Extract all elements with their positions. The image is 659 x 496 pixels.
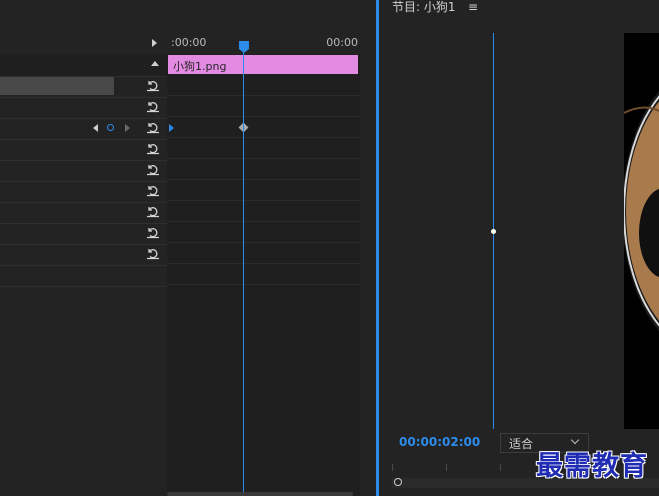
program-monitor-panel: 节目: 小狗1 ≡ 00:00:02:00 适合 [379, 0, 659, 496]
property-row-scale [0, 97, 167, 119]
property-row [0, 223, 167, 245]
timeline-row-divider [167, 242, 360, 243]
anchor-point-handle[interactable] [491, 229, 496, 234]
playhead-tip [239, 49, 249, 53]
effect-timeline[interactable]: :00:00 00:00 小狗1.png [167, 34, 360, 496]
timeline-row-divider [167, 179, 360, 180]
video-preview[interactable] [624, 33, 659, 429]
property-row [0, 202, 167, 224]
timeline-end-time: 00:00 [326, 36, 358, 49]
property-row [0, 160, 167, 182]
timeline-row-divider [167, 116, 360, 117]
clip-name: 小狗1.png [173, 60, 227, 73]
ruler-tick [446, 464, 447, 471]
property-row [0, 139, 167, 161]
effect-group-row[interactable] [0, 34, 167, 56]
reset-icon[interactable] [146, 99, 160, 113]
timeline-ruler[interactable]: :00:00 00:00 [167, 34, 360, 54]
reset-icon[interactable] [146, 120, 160, 134]
keyframe-prev-icon[interactable] [93, 124, 98, 132]
timeline-row-divider [167, 263, 360, 264]
reset-icon[interactable] [146, 225, 160, 239]
reset-icon[interactable] [146, 246, 160, 260]
playhead-line[interactable] [243, 42, 244, 496]
reset-icon[interactable] [146, 204, 160, 218]
reset-icon[interactable] [146, 141, 160, 155]
scrub-handle[interactable] [394, 478, 402, 486]
program-timecode[interactable]: 00:00:02:00 [399, 435, 480, 449]
timeline-row-divider [167, 221, 360, 222]
keyframe-next-icon[interactable] [125, 124, 130, 132]
chevron-down-icon [570, 435, 580, 445]
menu-icon[interactable]: ≡ [468, 0, 478, 14]
dog-image [624, 90, 659, 332]
playhead-icon[interactable] [239, 41, 249, 49]
property-row [0, 181, 167, 203]
reset-icon[interactable] [146, 183, 160, 197]
motion-effect-header[interactable] [0, 55, 167, 77]
timeline-row-divider [167, 137, 360, 138]
program-monitor-title[interactable]: 节目: 小狗1 [392, 0, 456, 15]
property-row [0, 265, 167, 287]
zoom-fit-label: 适合 [509, 437, 534, 451]
property-row-keyframed [0, 118, 167, 140]
keyframe-add-icon[interactable] [107, 124, 114, 131]
collapse-arrow-icon[interactable] [151, 61, 159, 66]
watermark: 最需教育 [536, 451, 648, 482]
expand-arrow-icon[interactable] [152, 39, 157, 47]
property-row [0, 244, 167, 266]
timeline-scrollbar[interactable] [167, 492, 353, 496]
reset-icon[interactable] [146, 78, 160, 92]
ruler-tick [500, 464, 501, 471]
reset-icon[interactable] [146, 162, 160, 176]
timeline-row-divider [167, 95, 360, 96]
effect-controls-panel: :00:00 00:00 小狗1.png [0, 0, 370, 496]
effect-properties-list [0, 34, 167, 496]
property-row-position [0, 76, 167, 98]
timeline-row-divider [167, 158, 360, 159]
timeline-row-divider [167, 200, 360, 201]
ruler-tick [392, 464, 393, 471]
keyframe-offscreen-indicator-icon [169, 124, 174, 132]
timeline-row-divider [167, 284, 360, 285]
timeline-start-time: :00:00 [171, 36, 207, 49]
timeline-clip[interactable]: 小狗1.png [168, 55, 358, 74]
